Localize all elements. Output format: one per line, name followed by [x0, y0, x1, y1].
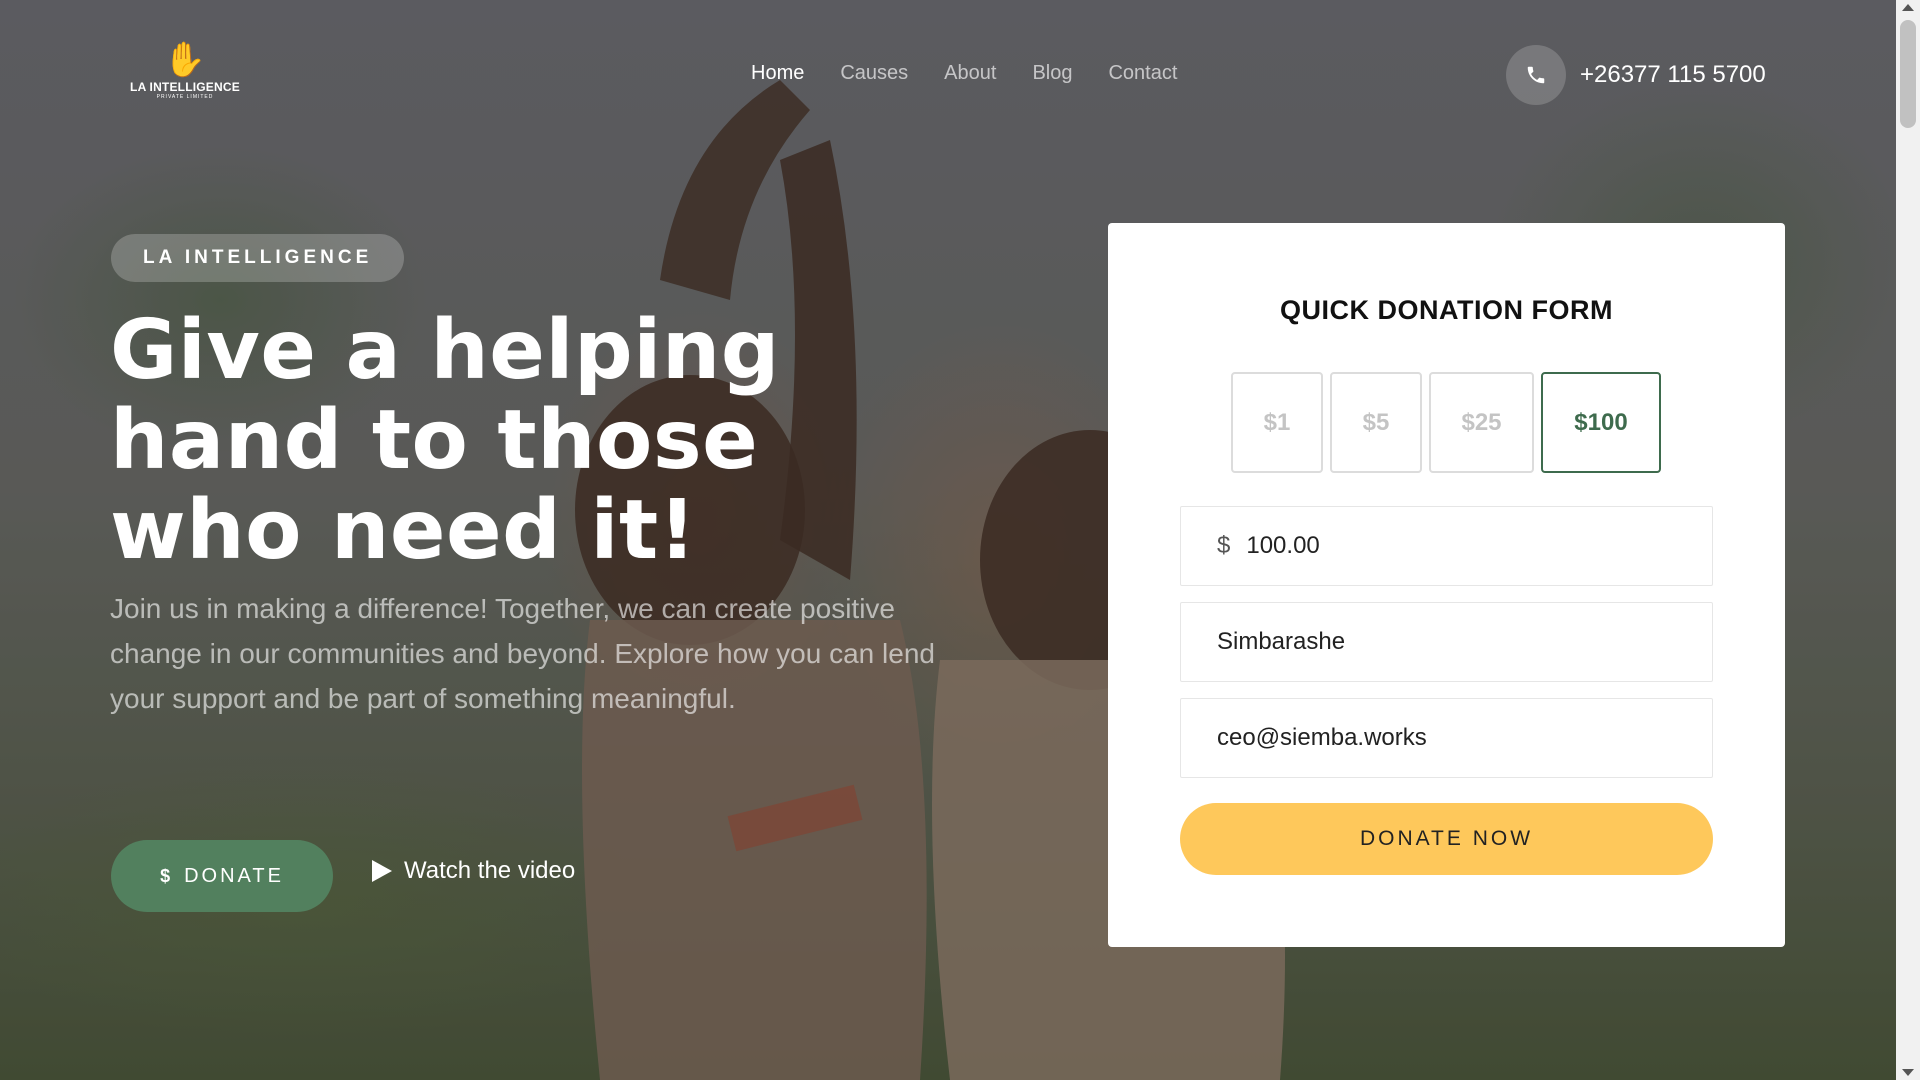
amount-option-5[interactable]: $5 — [1330, 372, 1422, 473]
name-input[interactable] — [1217, 628, 1637, 656]
donate-button-label: DONATE — [184, 864, 284, 887]
watch-video-link[interactable]: Watch the video — [372, 857, 575, 885]
amount-option-25[interactable]: $25 — [1429, 372, 1534, 473]
nav-item-about[interactable]: About — [944, 62, 996, 85]
name-field[interactable] — [1180, 602, 1713, 682]
hero-subtext: Join us in making a difference! Together… — [110, 593, 935, 714]
amount-option-100[interactable]: $100 — [1541, 372, 1661, 473]
phone-number[interactable]: +26377 115 5700 — [1580, 61, 1766, 89]
scroll-up-arrow-icon[interactable] — [1902, 4, 1914, 11]
email-input[interactable] — [1217, 724, 1637, 752]
headline-line-1: Give a helping — [110, 303, 780, 398]
nav-item-contact[interactable]: Contact — [1108, 62, 1177, 85]
headline-line-3: who need it! — [110, 483, 697, 578]
dollar-icon: $ — [160, 865, 171, 886]
phone-icon — [1506, 45, 1566, 105]
amount-options: $1 $5 $25 $100 — [1231, 372, 1661, 473]
scrollbar[interactable] — [1896, 0, 1920, 1080]
nav-item-home[interactable]: Home — [751, 62, 804, 85]
logo-tagline: PRIVATE LIMITED — [156, 94, 214, 100]
scrollbar-thumb[interactable] — [1900, 20, 1916, 128]
amount-option-1[interactable]: $1 — [1231, 372, 1323, 473]
main-nav: Home Causes About Blog Contact — [751, 62, 1177, 85]
donate-button[interactable]: $ DONATE — [111, 840, 333, 912]
hero-pill-label: LA INTELLIGENCE — [111, 234, 405, 282]
logo[interactable]: ✋ LA INTELLIGENCE PRIVATE LIMITED — [130, 40, 240, 110]
amount-input[interactable] — [1246, 532, 1667, 560]
phone-contact[interactable]: +26377 115 5700 — [1506, 45, 1766, 105]
email-field[interactable] — [1180, 698, 1713, 778]
amount-field[interactable]: $ — [1180, 506, 1713, 586]
currency-symbol: $ — [1217, 532, 1231, 559]
donate-now-button[interactable]: DONATE NOW — [1180, 803, 1713, 875]
donation-form-title: QUICK DONATION FORM — [1280, 295, 1613, 325]
quick-donation-form: QUICK DONATION FORM $1 $5 $25 $100 $ DON… — [1108, 223, 1785, 947]
hero-headline: Give a helping hand to those who need it… — [110, 306, 810, 576]
play-icon — [372, 860, 392, 882]
scroll-down-arrow-icon[interactable] — [1902, 1069, 1914, 1076]
logo-name: LA INTELLIGENCE — [130, 80, 240, 94]
nav-item-causes[interactable]: Causes — [840, 62, 908, 85]
nav-item-blog[interactable]: Blog — [1032, 62, 1072, 85]
headline-line-2: hand to those — [110, 393, 759, 488]
hands-logo-icon: ✋ — [163, 41, 207, 79]
watch-video-label: Watch the video — [404, 857, 576, 884]
